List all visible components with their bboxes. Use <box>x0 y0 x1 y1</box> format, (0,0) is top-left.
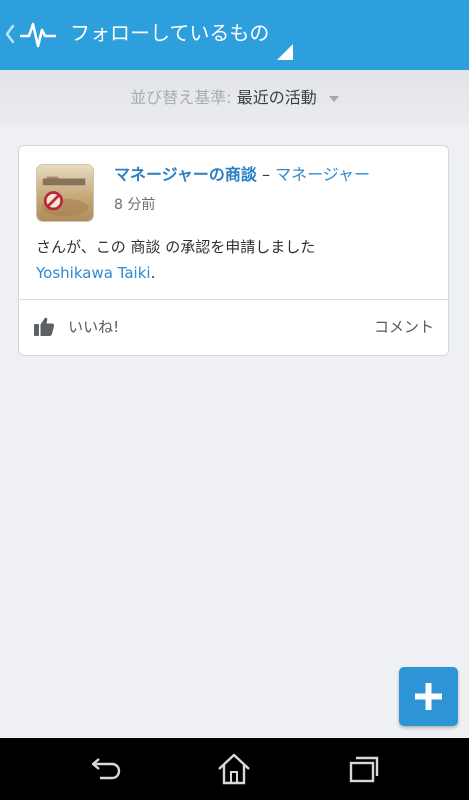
like-label: いいね! <box>68 317 120 336</box>
sort-value[interactable]: 最近の活動 <box>237 88 317 107</box>
recents-icon[interactable] <box>347 754 381 784</box>
post-timestamp: 8 分前 <box>114 197 156 213</box>
sort-selector[interactable]: 並び替え基準: 最近の活動 <box>0 70 469 126</box>
post-title: マネージャーの商談 – マネージャー <box>114 164 370 186</box>
chevron-left-icon[interactable] <box>4 22 16 46</box>
system-navbar <box>0 738 469 800</box>
post-body: さんが、この 商談 の承認を申請しました Yoshikawa Taiki. <box>36 234 436 286</box>
like-button[interactable]: いいね! <box>33 315 119 339</box>
home-icon[interactable] <box>216 752 252 786</box>
pulse-icon[interactable] <box>20 16 56 52</box>
app-header: フォローしているもの <box>0 0 469 70</box>
no-entry-photo-icon[interactable] <box>36 164 94 222</box>
group-link[interactable]: マネージャーの商談 <box>114 165 257 184</box>
feed-item: マネージャーの商談 – マネージャー 8 分前 さんが、この 商談 の承認を申請… <box>18 145 449 356</box>
post-text: さんが、この 商談 の承認を申請しました <box>36 238 316 256</box>
card-divider <box>19 299 448 300</box>
thumbs-up-icon <box>34 317 55 336</box>
add-post-button[interactable] <box>399 667 458 726</box>
corner-triangle-icon[interactable] <box>277 44 293 60</box>
back-arrow-icon[interactable] <box>88 754 122 784</box>
caret-down-icon[interactable] <box>328 95 339 102</box>
owner-link[interactable]: マネージャー <box>275 165 370 184</box>
user-link[interactable]: Yoshikawa Taiki <box>36 264 151 282</box>
post-period: . <box>150 264 156 282</box>
sort-label: 並び替え基準: <box>130 88 232 107</box>
comment-button[interactable]: コメント <box>374 315 434 339</box>
plus-icon <box>415 683 442 710</box>
page-title[interactable]: フォローしているもの <box>70 19 269 47</box>
title-separator: – <box>261 165 270 184</box>
